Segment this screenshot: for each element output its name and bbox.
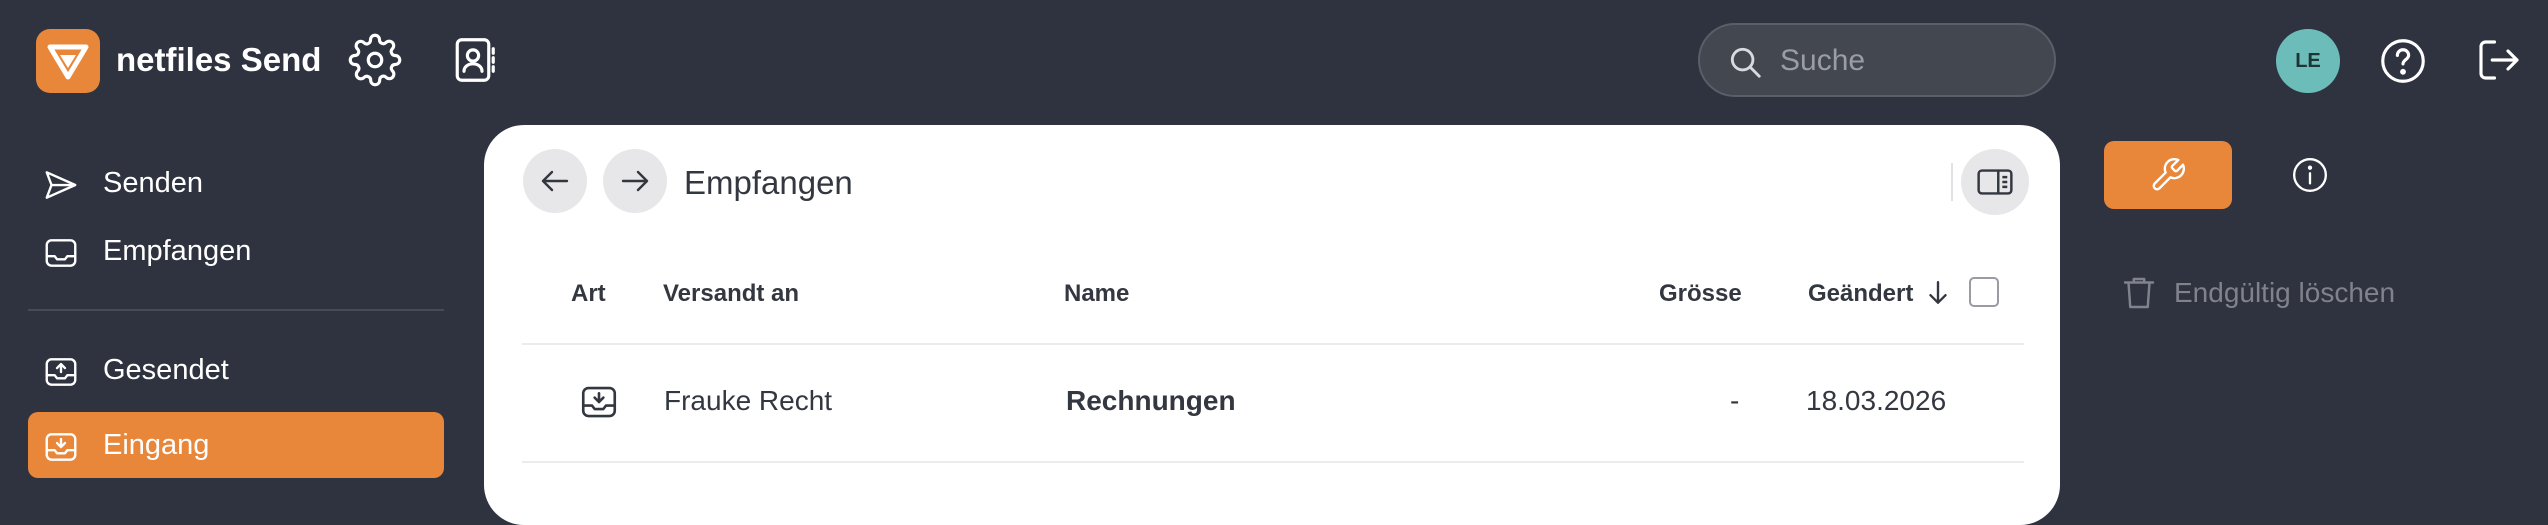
breadcrumb: Empfangen [684,164,853,201]
sidebar-item-label: Senden [103,167,203,199]
select-all-checkbox[interactable] [1969,277,1999,307]
logo-icon [47,44,89,80]
column-header-geaendert[interactable]: Geändert [1808,280,1913,308]
search-input[interactable]: Suche [1698,23,2056,97]
sidebar-divider [28,309,444,311]
delete-permanently-label: Endgültig löschen [2174,277,2396,308]
sidebar-item-gesendet[interactable]: Gesendet [28,337,444,403]
send-icon [42,166,80,204]
cell-name[interactable]: Rechnungen [1066,384,1236,418]
sidebar-item-label: Empfangen [103,235,252,267]
info-icon[interactable] [2290,155,2330,195]
sidebar-item-eingang[interactable]: Eingang [28,412,444,478]
inbox-tray-icon [42,234,80,272]
cell-versandt-an: Frauke Recht [664,385,833,416]
sidebar-item-label: Gesendet [103,354,229,386]
sidebar-item-empfangen[interactable]: Empfangen [28,218,444,284]
column-header-versandt-an[interactable]: Versandt an [663,280,799,308]
logout-icon[interactable] [2472,33,2526,87]
toggle-preview-button[interactable] [1961,149,2029,215]
user-avatar[interactable]: LE [2276,29,2340,93]
sidebar-item-label: Eingang [103,429,210,461]
column-header-art[interactable]: Art [571,280,606,308]
search-icon [1726,43,1764,81]
upload-tray-icon [42,353,80,391]
download-tray-icon [577,381,621,423]
app-title: netfiles Send [116,41,322,78]
app-logo[interactable] [36,29,100,93]
settings-gear-icon[interactable] [348,33,402,87]
column-header-name[interactable]: Name [1064,280,1129,308]
toolbar-separator [1951,163,1953,201]
download-tray-icon [42,428,80,466]
tools-button[interactable] [2104,141,2232,209]
sort-descending-icon[interactable] [1925,279,1951,307]
trash-icon [2118,272,2160,314]
back-button[interactable] [523,149,587,213]
column-header-groesse[interactable]: Grösse [1659,280,1742,308]
forward-button[interactable] [603,149,667,213]
address-book-icon[interactable] [446,33,500,87]
table-divider [522,461,2024,463]
sidebar-item-senden[interactable]: Senden [28,150,444,216]
cell-geaendert: 18.03.2026 [1806,385,1947,416]
search-placeholder: Suche [1780,44,1866,77]
cell-groesse: - [1730,385,1740,416]
help-icon[interactable] [2376,34,2430,88]
